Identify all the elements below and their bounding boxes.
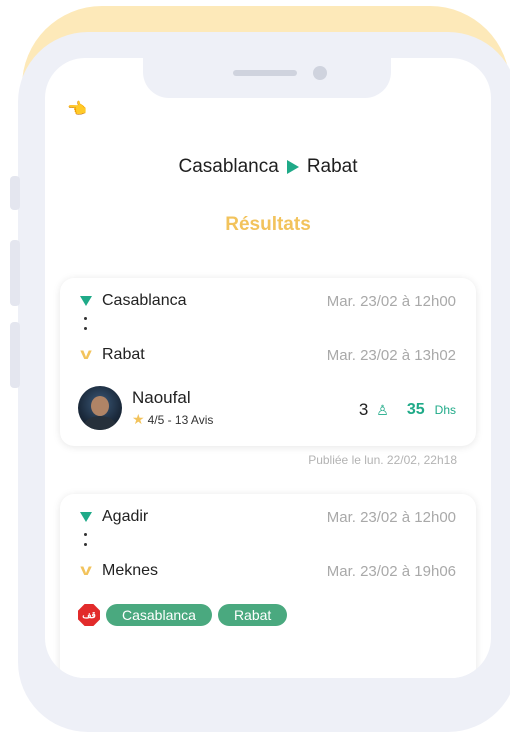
ride-card[interactable]: Casablanca Mar. 23/02 à 12h00 v Rabat Ma… — [60, 278, 476, 446]
arrival-city: Meknes — [102, 562, 159, 579]
arrival-chevron-icon: v — [80, 562, 92, 579]
departure-city: Casablanca — [102, 292, 187, 309]
route-header: Casablanca Rabat — [45, 156, 491, 178]
departure-row: Agadir Mar. 23/02 à 12h00 — [80, 508, 456, 526]
stop-sign-icon: قف — [78, 604, 100, 626]
avatar — [78, 386, 122, 430]
back-hand-icon[interactable]: 👈 — [67, 102, 87, 118]
arrival-row: v Meknes Mar. 23/02 à 19h06 — [80, 562, 456, 580]
seat-icon: ♙ — [376, 401, 389, 418]
route-from: Casablanca — [178, 156, 279, 177]
arrival-time: Mar. 23/02 à 19h06 — [326, 562, 456, 580]
phone-side-button — [10, 176, 20, 210]
stop-chip[interactable]: Rabat — [217, 604, 288, 626]
departure-icon — [80, 296, 92, 306]
departure-time: Mar. 23/02 à 12h00 — [326, 292, 456, 310]
published-date: Publiée le lun. 22/02, 22h18 — [308, 453, 457, 467]
stop-chip[interactable]: Casablanca — [106, 604, 212, 626]
departure-row: Casablanca Mar. 23/02 à 12h00 — [80, 292, 456, 310]
rating-text: 4/5 - 13 Avis — [147, 412, 214, 427]
seat-count: 3 — [358, 400, 369, 419]
route-to: Rabat — [306, 156, 358, 177]
phone-side-button — [10, 240, 20, 306]
departure-icon — [80, 512, 92, 522]
ride-card[interactable]: Agadir Mar. 23/02 à 12h00 v Meknes Mar. … — [60, 494, 476, 678]
arrival-time: Mar. 23/02 à 13h02 — [326, 346, 456, 364]
phone-notch — [143, 58, 391, 98]
route-dots — [84, 526, 87, 553]
phone-screen: 👈 Casablanca Rabat Résultats Casablanca … — [45, 58, 491, 678]
arrival-chevron-icon: v — [80, 346, 92, 363]
driver-info: Naoufal ★ 4/5 - 13 Avis — [78, 386, 213, 430]
seats-price: 3 ♙ 35 Dhs — [359, 400, 456, 420]
arrow-right-icon — [286, 160, 299, 174]
arrival-city: Rabat — [102, 346, 145, 363]
camera — [313, 66, 327, 80]
speaker — [233, 70, 297, 76]
phone-side-button — [10, 322, 20, 388]
departure-city: Agadir — [102, 508, 149, 525]
currency: Dhs — [434, 403, 456, 417]
arrival-row: v Rabat Mar. 23/02 à 13h02 — [80, 346, 456, 364]
stops-list: قف Casablanca Rabat — [78, 604, 288, 626]
star-icon: ★ — [132, 411, 145, 427]
price: 35 — [406, 401, 425, 418]
driver-rating: ★ 4/5 - 13 Avis — [132, 411, 213, 428]
route-dots — [84, 310, 87, 337]
driver-name: Naoufal — [132, 388, 191, 407]
departure-time: Mar. 23/02 à 12h00 — [326, 508, 456, 526]
page-title: Résultats — [225, 214, 311, 235]
